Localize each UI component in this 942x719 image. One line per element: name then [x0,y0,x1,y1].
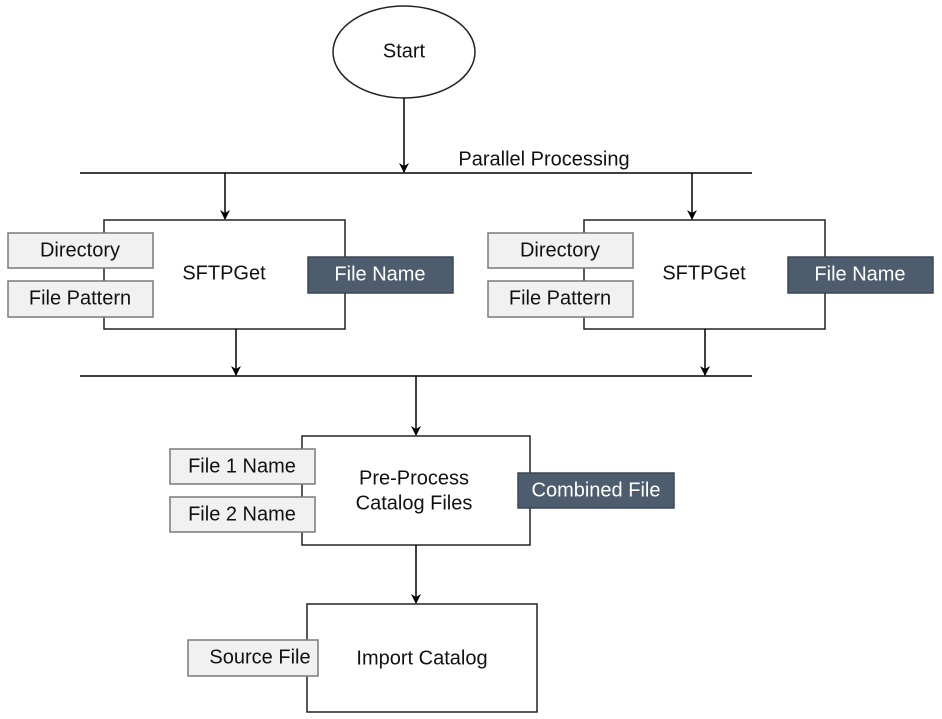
file-name-label-1: File Name [334,263,425,285]
preprocess-node: Pre-Process Catalog Files File 1 Name Fi… [169,435,675,546]
file2-name-label: File 2 Name [188,503,296,525]
start-label: Start [383,40,426,62]
combined-file-label: Combined File [532,479,661,501]
parallel-processing-label: Parallel Processing [458,148,629,170]
sftp-get-node-1: SFTPGet Directory File Pattern File Name [7,219,454,330]
source-file-label: Source File [209,646,310,668]
directory-label-1: Directory [40,239,120,261]
import-catalog-node: Import Catalog Source File [187,603,538,713]
sftp1-title: SFTPGet [182,262,266,284]
file-name-label-2: File Name [814,263,905,285]
file1-name-label: File 1 Name [188,455,296,477]
file-pattern-label-1: File Pattern [29,287,131,309]
flowchart: Start Parallel Processing SFTPGet Direct… [7,5,934,713]
import-title: Import Catalog [356,647,487,669]
sftp2-title: SFTPGet [662,262,746,284]
file-pattern-label-2: File Pattern [509,287,611,309]
directory-label-2: Directory [520,239,600,261]
preprocess-title-line1: Pre-Process [359,467,469,489]
sftp-get-node-2: SFTPGet Directory File Pattern File Name [487,219,934,330]
start-node: Start [332,5,476,99]
preprocess-title-line2: Catalog Files [356,492,473,514]
